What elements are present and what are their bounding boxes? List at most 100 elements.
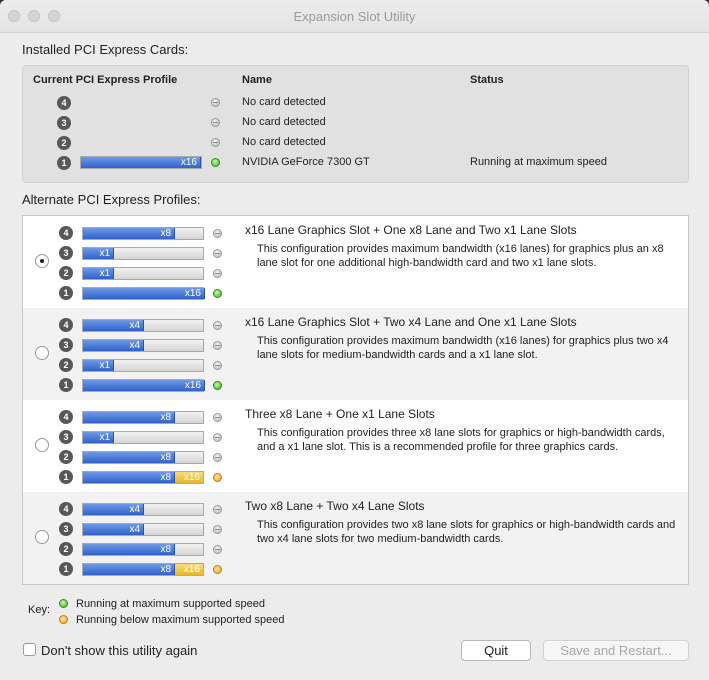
lane-extra-fill: x16 <box>175 564 203 575</box>
slot-number-badge: 4 <box>59 410 73 424</box>
lane-fill: x1 <box>83 432 114 443</box>
profile-option[interactable]: 4 x8 3 x1 2 x1 1 x16 x16 Lane Graphics Slot + On… <box>23 216 688 308</box>
lane-extra-fill: x16 <box>175 472 203 483</box>
gray-led-icon <box>213 341 222 350</box>
profile-description: This configuration provides three x8 lan… <box>257 427 665 453</box>
lane-fill: x1 <box>83 248 114 259</box>
lane-fill: x4 <box>83 340 144 351</box>
profile-title: x16 Lane Graphics Slot + Two x4 Lane and… <box>245 315 577 329</box>
profile-column-header: Current PCI Express Profile <box>33 74 178 86</box>
lane-bar: x4 <box>82 503 204 516</box>
lane-fill: x8 <box>83 564 175 575</box>
green-led-icon <box>59 599 68 608</box>
slot-number-badge: 1 <box>59 470 73 484</box>
slot-number-badge: 2 <box>59 450 73 464</box>
lane-bar: x8 <box>82 411 204 424</box>
alternate-profiles-list: 4 x8 3 x1 2 x1 1 x16 x16 Lane Graphics Slot + On… <box>22 215 689 585</box>
lane-bar: x1 <box>82 247 204 260</box>
installed-slot-row: 1 x16 NVIDIA GeForce 7300 GT Running at max… <box>23 153 688 173</box>
green-led-icon <box>213 381 222 390</box>
slot-number-badge: 2 <box>59 358 73 372</box>
profile-option[interactable]: 4 x4 3 x4 2 x8 1 x8 x16 Two x8 Lane + Two x4 Lane… <box>23 492 688 584</box>
lane-fill: x16 <box>83 380 205 391</box>
profile-option[interactable]: 4 x8 3 x1 2 x8 1 x8 x16 Three x8 Lane + One x1 La… <box>23 400 688 492</box>
gray-led-icon <box>213 545 222 554</box>
dont-show-again-checkbox[interactable] <box>23 643 36 656</box>
lane-fill: x4 <box>83 504 144 515</box>
lane-fill: x16 <box>83 288 205 299</box>
gray-led-icon <box>213 525 222 534</box>
card-name: No card detected <box>242 136 326 148</box>
slot-number-badge: 3 <box>59 430 73 444</box>
profile-radio-button[interactable] <box>35 530 49 544</box>
profile-option[interactable]: 4 x4 3 x4 2 x1 1 x16 x16 Lane Graphics Slot + Tw… <box>23 308 688 400</box>
lane-fill: x16 <box>81 157 201 168</box>
slot-number-badge: 1 <box>59 378 73 392</box>
gray-led-icon <box>213 249 222 258</box>
lane-bar: x1 <box>82 267 204 280</box>
profile-radio-button[interactable] <box>35 438 49 452</box>
gray-led-icon <box>213 361 222 370</box>
profile-radio-button[interactable] <box>35 254 49 268</box>
lane-bar: x8 x16 <box>82 563 204 576</box>
lane-bar: x4 <box>82 339 204 352</box>
installed-slot-row: 2 No card detected <box>23 133 688 153</box>
orange-led-icon <box>213 473 222 482</box>
quit-button[interactable]: Quit <box>461 640 531 661</box>
profile-radio-button[interactable] <box>35 346 49 360</box>
lane-bar: x16 <box>80 156 202 169</box>
status-column-header: Status <box>470 74 504 86</box>
lane-fill: x8 <box>83 472 175 483</box>
lane-bar: x8 <box>82 227 204 240</box>
gray-led-icon <box>213 413 222 422</box>
green-led-icon <box>211 158 220 167</box>
installed-slot-row: 4 No card detected <box>23 93 688 113</box>
lane-bar: x16 <box>82 287 205 300</box>
lane-fill: x4 <box>83 320 144 331</box>
profile-title: Three x8 Lane + One x1 Lane Slots <box>245 407 435 421</box>
orange-led-icon <box>59 615 68 624</box>
profile-description: This configuration provides two x8 lane … <box>257 519 676 545</box>
lane-fill: x4 <box>83 524 144 535</box>
lane-bar: x4 <box>82 319 204 332</box>
card-name: No card detected <box>242 96 326 108</box>
slot-number-badge: 1 <box>57 156 71 170</box>
card-status: Running at maximum speed <box>470 156 607 168</box>
slot-number-badge: 3 <box>57 116 71 130</box>
gray-led-icon <box>211 138 220 147</box>
orange-led-icon <box>213 565 222 574</box>
dont-show-again-label[interactable]: Don't show this utility again <box>41 643 197 658</box>
lane-bar: x8 x16 <box>82 471 204 484</box>
slot-number-badge: 1 <box>59 562 73 576</box>
alternate-section-label: Alternate PCI Express Profiles: <box>22 192 201 207</box>
window-title: Expansion Slot Utility <box>293 9 416 24</box>
lane-fill: x8 <box>83 452 175 463</box>
card-name: NVIDIA GeForce 7300 GT <box>242 156 370 168</box>
gray-led-icon <box>213 433 222 442</box>
slot-number-badge: 3 <box>59 338 73 352</box>
installed-section-label: Installed PCI Express Cards: <box>22 42 189 57</box>
slot-number-badge: 3 <box>59 246 73 260</box>
lane-fill: x8 <box>83 228 175 239</box>
profile-description: This configuration provides maximum band… <box>257 243 664 269</box>
profile-title: x16 Lane Graphics Slot + One x8 Lane and… <box>245 223 577 237</box>
key-below-max-text: Running below maximum supported speed <box>76 614 285 626</box>
slot-number-badge: 1 <box>59 286 73 300</box>
slot-number-badge: 3 <box>59 522 73 536</box>
slot-number-badge: 2 <box>59 542 73 556</box>
profile-description: This configuration provides maximum band… <box>257 335 669 361</box>
gray-led-icon <box>213 453 222 462</box>
slot-number-badge: 4 <box>59 318 73 332</box>
gray-led-icon <box>213 321 222 330</box>
lane-fill: x8 <box>83 412 175 423</box>
lane-fill: x1 <box>83 360 114 371</box>
lane-bar: x8 <box>82 543 204 556</box>
gray-led-icon <box>213 505 222 514</box>
gray-led-icon <box>211 98 220 107</box>
save-and-restart-button[interactable]: Save and Restart... <box>543 640 689 661</box>
slot-number-badge: 2 <box>57 136 71 150</box>
name-column-header: Name <box>242 74 272 86</box>
slot-number-badge: 2 <box>59 266 73 280</box>
lane-bar: x1 <box>82 431 204 444</box>
profile-title: Two x8 Lane + Two x4 Lane Slots <box>245 499 425 513</box>
